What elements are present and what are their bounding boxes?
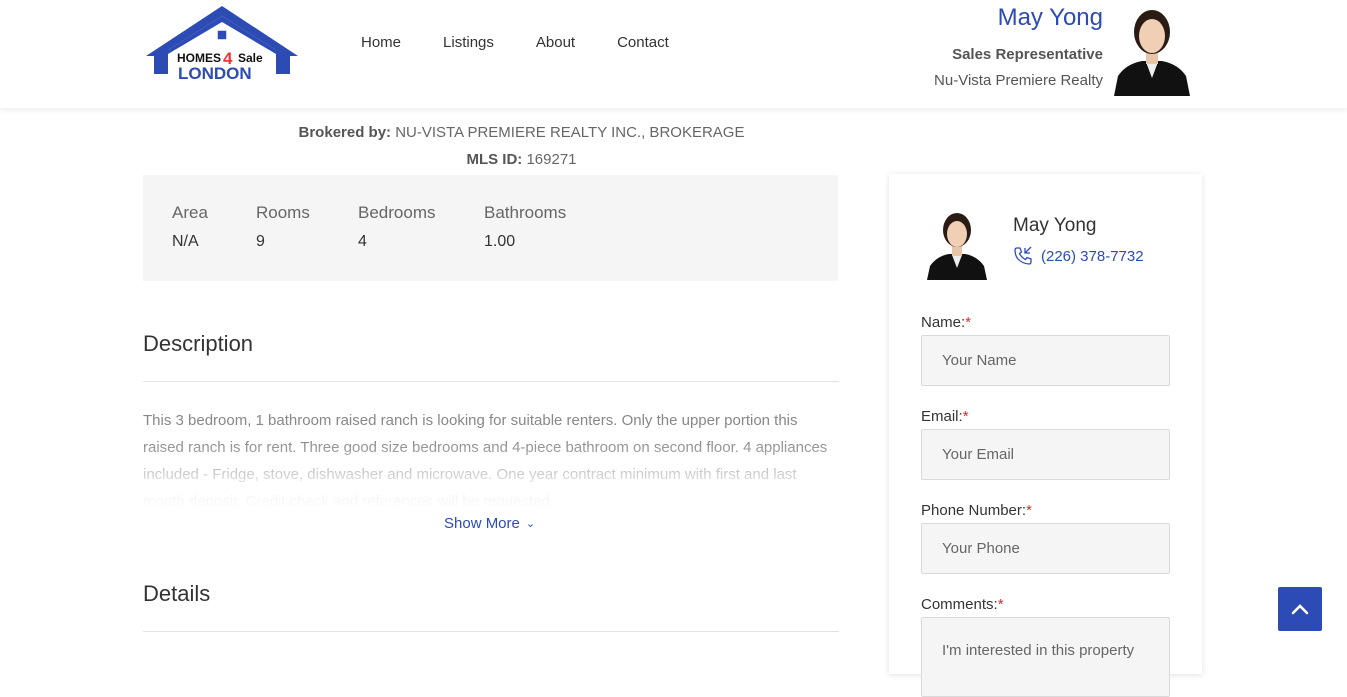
chevron-down-icon: ⌄ (525, 518, 536, 530)
email-label: Email:* (921, 408, 969, 425)
brokered-by: Brokered by: NU-VISTA PREMIERE REALTY IN… (0, 124, 1043, 141)
property-stats: Area N/A Rooms 9 Bedrooms 4 Bathrooms 1.… (143, 175, 838, 281)
stat-area: Area N/A (172, 203, 208, 251)
chevron-up-icon (1291, 604, 1309, 615)
back-to-top-button[interactable] (1278, 587, 1322, 631)
card-agent-name: May Yong (1013, 215, 1097, 236)
phone-icon (1014, 246, 1032, 265)
nav-listings[interactable]: Listings (443, 34, 494, 51)
header-agent-photo (1112, 6, 1192, 96)
description-divider (143, 381, 839, 382)
brokered-value: NU-VISTA PREMIERE REALTY INC., BROKERAGE (395, 124, 745, 141)
stat-value: 9 (256, 233, 265, 250)
name-label: Name:* (921, 314, 972, 331)
agent-contact-card: May Yong (226) 378-7732 Name:* Email:* P… (889, 174, 1202, 697)
description-fade (143, 440, 839, 510)
comments-input[interactable] (921, 617, 1170, 697)
logo-sale-text: Sale (238, 51, 263, 65)
card-agent-photo (927, 213, 987, 280)
show-more-label: Show More (444, 515, 520, 532)
logo-window (216, 29, 228, 41)
stat-value: 4 (358, 233, 367, 250)
nav-home[interactable]: Home (361, 34, 401, 51)
stat-bedrooms: Bedrooms 4 (358, 203, 435, 251)
mls-label: MLS ID: (466, 151, 523, 168)
logo-homes-text: HOMES (177, 51, 221, 65)
site-header: HOMES 4 Sale LONDON Home Listings About … (0, 0, 1347, 108)
name-input[interactable] (921, 335, 1170, 386)
stat-label: Bathrooms (484, 203, 567, 222)
logo-city-text: LONDON (178, 64, 252, 83)
nav-about[interactable]: About (536, 34, 575, 51)
mls-id: MLS ID: 169271 (0, 151, 1043, 168)
main-nav: Home Listings About Contact (361, 34, 711, 51)
phone-label: Phone Number:* (921, 502, 1032, 519)
header-agent-office: Nu-Vista Premiere Realty (934, 72, 1103, 89)
stat-label: Rooms (256, 203, 310, 222)
comments-label: Comments:* (921, 596, 1004, 613)
stat-label: Area (172, 203, 208, 222)
site-logo[interactable]: HOMES 4 Sale LONDON (144, 4, 300, 84)
nav-contact[interactable]: Contact (617, 34, 669, 51)
phone-number: (226) 378-7732 (1041, 247, 1144, 265)
description-title: Description (143, 331, 254, 356)
card-agent-phone[interactable]: (226) 378-7732 (1013, 246, 1144, 266)
email-input[interactable] (921, 429, 1170, 480)
stat-value: 1.00 (484, 233, 516, 250)
show-more-button[interactable]: Show More ⌄ (444, 515, 535, 532)
stat-rooms: Rooms 9 (256, 203, 310, 251)
header-agent-name[interactable]: May Yong (934, 4, 1103, 32)
header-agent-role: Sales Representative (952, 46, 1103, 63)
brokered-label: Brokered by: (298, 124, 392, 141)
details-divider (143, 631, 839, 632)
stat-value: N/A (172, 233, 199, 250)
header-agent-info: May Yong Sales Representative Nu-Vista P… (934, 4, 1103, 89)
mls-value: 169271 (526, 151, 577, 168)
stat-label: Bedrooms (358, 203, 436, 222)
phone-input[interactable] (921, 523, 1170, 574)
stat-bathrooms: Bathrooms 1.00 (484, 203, 566, 251)
details-title: Details (143, 581, 211, 606)
